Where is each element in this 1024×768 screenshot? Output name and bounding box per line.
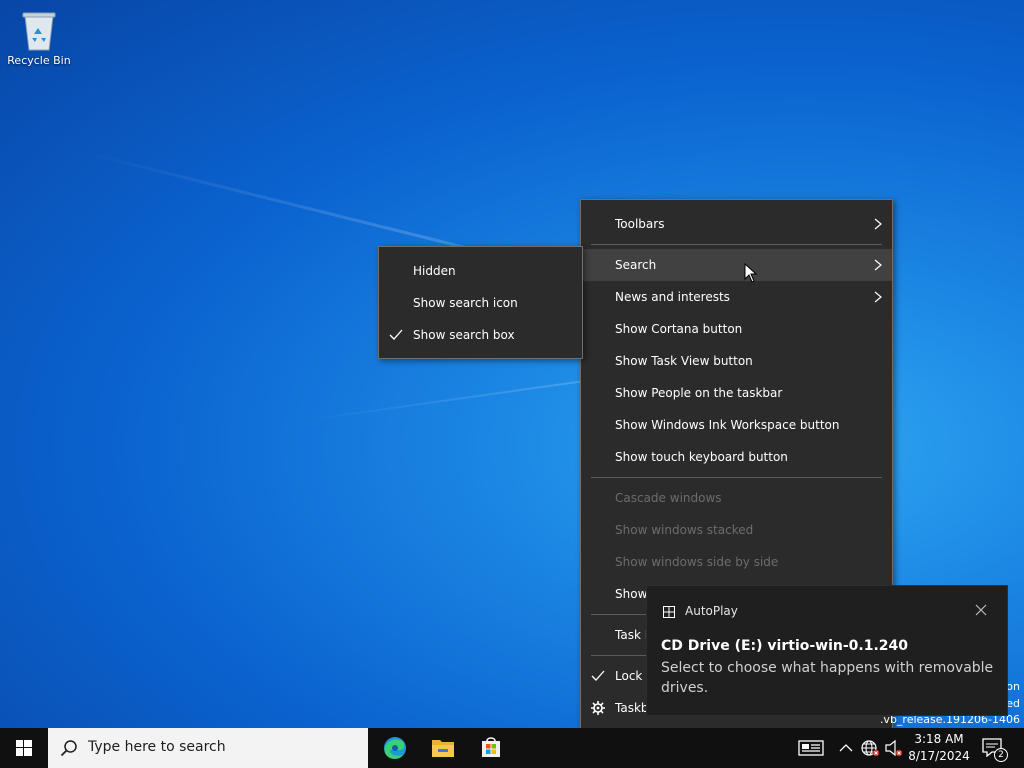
menu-item-show-touch-keyboard[interactable]: Show touch keyboard button: [581, 441, 892, 473]
desktop-icon-recycle-bin[interactable]: Recycle Bin: [6, 8, 72, 67]
watermark-text: ed: [1006, 697, 1020, 710]
windows-logo-icon: [16, 740, 32, 756]
menu-item-label: Taskb: [615, 701, 649, 715]
chevron-right-icon: [874, 259, 882, 271]
chevron-up-icon[interactable]: [838, 738, 854, 758]
menu-item-label: Search: [615, 258, 657, 272]
desktop-icon-label: Recycle Bin: [7, 54, 71, 67]
menu-item-label: Show search icon: [413, 296, 518, 310]
menu-item-label: Toolbars: [615, 217, 665, 231]
taskbar[interactable]: Type here to search 3:18 AM 8/17/2024 2: [0, 728, 1024, 768]
menu-item-label: Lock: [615, 669, 643, 683]
taskbar-clock[interactable]: 3:18 AM 8/17/2024: [906, 731, 972, 765]
autoplay-icon: [663, 606, 675, 618]
submenu-item-show-search-icon[interactable]: Show search icon: [379, 287, 582, 319]
submenu-item-hidden[interactable]: Hidden: [379, 255, 582, 287]
menu-item-label: Show: [615, 587, 648, 601]
menu-item-show-windows-side-by-side: Show windows side by side: [581, 546, 892, 578]
chevron-right-icon: [874, 291, 882, 303]
menu-item-toolbars[interactable]: Toolbars: [581, 208, 892, 240]
notification-count-badge: 2: [994, 748, 1008, 762]
checkmark-icon: [389, 329, 403, 340]
action-center-button[interactable]: 2: [980, 736, 1008, 762]
submenu-item-show-search-box[interactable]: Show search box: [379, 319, 582, 351]
menu-item-show-cortana-button[interactable]: Show Cortana button: [581, 313, 892, 345]
search-icon: [60, 740, 77, 757]
menu-item-label: Cascade windows: [615, 491, 722, 505]
watermark-text: on: [1006, 680, 1020, 693]
taskbar-search-box[interactable]: Type here to search: [48, 728, 368, 768]
menu-item-label: Show touch keyboard button: [615, 450, 788, 464]
menu-item-label: Show Cortana button: [615, 322, 743, 336]
edge-icon: [384, 737, 406, 759]
menu-item-label: Show windows stacked: [615, 523, 754, 537]
volume-muted-icon[interactable]: [884, 738, 904, 758]
gear-icon: [591, 701, 605, 715]
search-submenu: Hidden Show search icon Show search box: [378, 246, 583, 359]
menu-item-label: Show search box: [413, 328, 515, 342]
recycle-bin-icon: [19, 8, 59, 52]
autoplay-notification[interactable]: AutoPlay CD Drive (E:) virtio-win-0.1.24…: [646, 585, 1008, 716]
start-button[interactable]: [0, 728, 48, 768]
menu-item-label: Show windows side by side: [615, 555, 779, 569]
menu-item-news-and-interests[interactable]: News and interests: [581, 281, 892, 313]
menu-item-show-windows-stacked: Show windows stacked: [581, 514, 892, 546]
menu-item-show-task-view-button[interactable]: Show Task View button: [581, 345, 892, 377]
taskbar-app-microsoft-store[interactable]: [467, 728, 515, 768]
menu-item-search[interactable]: Search: [581, 249, 892, 281]
menu-item-label: Show Windows Ink Workspace button: [615, 418, 840, 432]
menu-separator: [591, 244, 882, 245]
taskbar-app-edge[interactable]: [371, 728, 419, 768]
menu-item-label: Show Task View button: [615, 354, 753, 368]
file-explorer-icon: [432, 740, 454, 757]
taskbar-app-file-explorer[interactable]: [419, 728, 467, 768]
notification-title: CD Drive (E:) virtio-win-0.1.240: [661, 638, 909, 654]
search-placeholder: Type here to search: [88, 739, 226, 755]
chevron-right-icon: [874, 218, 882, 230]
news-and-interests-icon[interactable]: [798, 738, 824, 758]
clock-time: 3:18 AM: [914, 732, 964, 746]
menu-item-show-people[interactable]: Show People on the taskbar: [581, 377, 892, 409]
checkmark-icon: [591, 670, 605, 681]
network-globe-icon[interactable]: [860, 738, 880, 758]
close-icon[interactable]: [975, 604, 987, 616]
clock-date: 8/17/2024: [908, 749, 970, 763]
menu-item-cascade-windows: Cascade windows: [581, 482, 892, 514]
microsoft-store-icon: [482, 737, 500, 757]
menu-item-label: Hidden: [413, 264, 456, 278]
menu-item-label: Show People on the taskbar: [615, 386, 783, 400]
notification-body: Select to choose what happens with remov…: [661, 660, 994, 696]
menu-item-show-ink-workspace[interactable]: Show Windows Ink Workspace button: [581, 409, 892, 441]
notification-app-name: AutoPlay: [685, 604, 738, 618]
menu-item-label: News and interests: [615, 290, 730, 304]
menu-separator: [591, 477, 882, 478]
mouse-cursor-icon: [744, 263, 758, 283]
